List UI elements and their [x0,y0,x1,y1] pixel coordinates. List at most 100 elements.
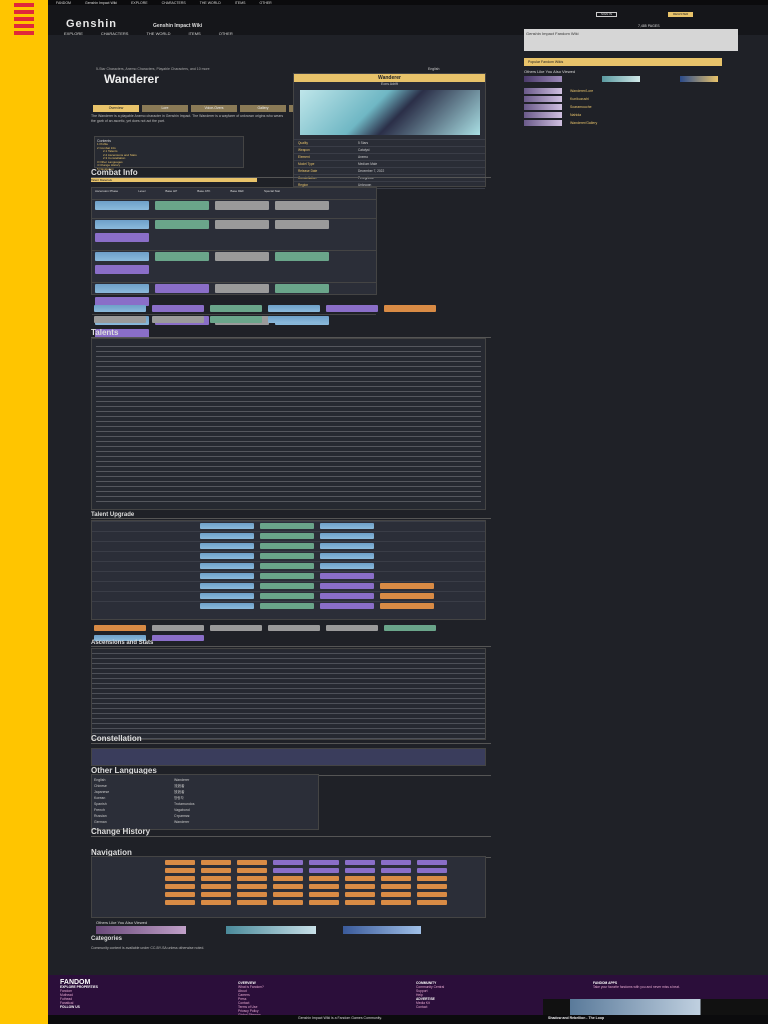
material-icon[interactable] [260,603,314,609]
material-icon[interactable] [260,553,314,559]
material-icon[interactable] [260,573,314,579]
nav-character-icon[interactable] [345,868,375,873]
nav-characters[interactable]: CHARACTERS [101,31,129,36]
nav-character-icon[interactable] [381,876,411,881]
topbar-item[interactable]: OTHER [259,1,271,5]
nav-character-icon[interactable] [417,900,447,905]
wiki-name[interactable]: Genshin Impact Wiki [153,23,202,29]
material-icon[interactable] [215,201,269,210]
rail-link-row[interactable]: Kunikuzushi [524,95,597,103]
material-icon[interactable] [210,316,262,323]
nav-character-icon[interactable] [165,884,195,889]
nav-character-icon[interactable] [201,884,231,889]
rail-link[interactable]: Wanderer/Lore [570,89,593,93]
rail-thumb[interactable] [680,76,718,82]
tab-gallery[interactable]: Gallery [240,105,286,112]
material-icon[interactable] [384,305,436,312]
material-icon[interactable] [200,593,254,599]
nav-character-icon[interactable] [309,900,339,905]
material-icon[interactable] [320,563,374,569]
material-icon[interactable] [260,533,314,539]
nav-character-icon[interactable] [381,892,411,897]
material-icon[interactable] [275,284,329,293]
nav-character-icon[interactable] [237,868,267,873]
footer-link[interactable]: Contact [416,1005,444,1009]
rail-link[interactable]: Kunikuzushi [570,97,589,101]
material-icon[interactable] [95,265,149,274]
material-icon[interactable] [155,220,209,229]
rail-thumb[interactable] [524,88,562,94]
material-icon[interactable] [326,305,378,312]
rail-link[interactable]: Scaramouche [570,105,592,109]
material-icon[interactable] [260,593,314,599]
nav-character-icon[interactable] [381,868,411,873]
material-icon[interactable] [200,533,254,539]
material-icon[interactable] [260,583,314,589]
material-icon[interactable] [200,563,254,569]
material-icon[interactable] [320,533,374,539]
nav-character-icon[interactable] [237,900,267,905]
nav-character-icon[interactable] [345,900,375,905]
nav-character-icon[interactable] [309,892,339,897]
language-selector[interactable]: English [428,67,439,71]
nav-explore[interactable]: EXPLORE [64,31,83,36]
rail-item[interactable] [14,10,34,14]
material-icon[interactable] [275,201,329,210]
rail-thumb[interactable] [524,120,562,126]
material-icon[interactable] [200,523,254,529]
material-icon[interactable] [152,625,204,631]
material-icon[interactable] [320,603,374,609]
nav-character-icon[interactable] [381,900,411,905]
video-title[interactable]: Shadow and Rebellion - The Loop [548,1016,604,1020]
constellation-bar[interactable] [91,748,486,766]
nav-character-icon[interactable] [165,868,195,873]
nav-character-icon[interactable] [201,900,231,905]
rail-link-row[interactable]: Wanderer/Lore [524,87,597,95]
rail-thumb[interactable] [524,104,562,110]
topbar-item[interactable]: EXPLORE [131,1,148,5]
material-icon[interactable] [155,252,209,261]
nav-character-icon[interactable] [417,860,447,865]
rail-link-row[interactable]: Nahida [524,111,597,119]
material-icon[interactable] [155,284,209,293]
sign-in-button[interactable]: SIGN IN [596,12,618,17]
material-icon[interactable] [95,252,149,261]
talent-materials-bar[interactable]: Talent Materials [91,178,257,182]
nav-character-icon[interactable] [201,868,231,873]
popular-wikis-bar[interactable]: Popular Fandom Wikis [524,58,722,66]
material-icon[interactable] [320,583,374,589]
rail-item[interactable] [14,17,34,21]
material-icon[interactable] [380,603,434,609]
material-icon[interactable] [326,625,378,631]
rail-item[interactable] [14,31,34,35]
material-icon[interactable] [384,625,436,631]
nav-character-icon[interactable] [417,892,447,897]
rail-link[interactable]: Nahida [570,113,581,117]
nav-character-icon[interactable] [273,892,303,897]
material-icon[interactable] [320,523,374,529]
material-icon[interactable] [95,284,149,293]
nav-character-icon[interactable] [201,860,231,865]
nav-character-icon[interactable] [345,860,375,865]
topbar-item[interactable]: ITEMS [235,1,246,5]
also-viewed-card[interactable] [343,926,421,934]
nav-character-icon[interactable] [381,884,411,889]
material-icon[interactable] [95,233,149,242]
material-icon[interactable] [260,563,314,569]
nav-character-icon[interactable] [165,892,195,897]
rail-thumb[interactable] [602,76,640,82]
material-icon[interactable] [200,573,254,579]
nav-character-icon[interactable] [201,892,231,897]
material-icon[interactable] [215,220,269,229]
nav-character-icon[interactable] [345,876,375,881]
tab-voice-overs[interactable]: Voice-Overs [191,105,237,112]
rail-item[interactable] [14,3,34,7]
nav-other[interactable]: OTHER [219,31,233,36]
material-icon[interactable] [200,583,254,589]
material-icon[interactable] [380,593,434,599]
rail-link[interactable]: Wanderer/Gallery [570,121,597,125]
topbar-item[interactable]: Genshin Impact Wiki [85,1,117,5]
nav-character-icon[interactable] [165,876,195,881]
nav-character-icon[interactable] [345,892,375,897]
ad-banner[interactable]: Genshin Impact Fandom Wiki [524,29,738,51]
